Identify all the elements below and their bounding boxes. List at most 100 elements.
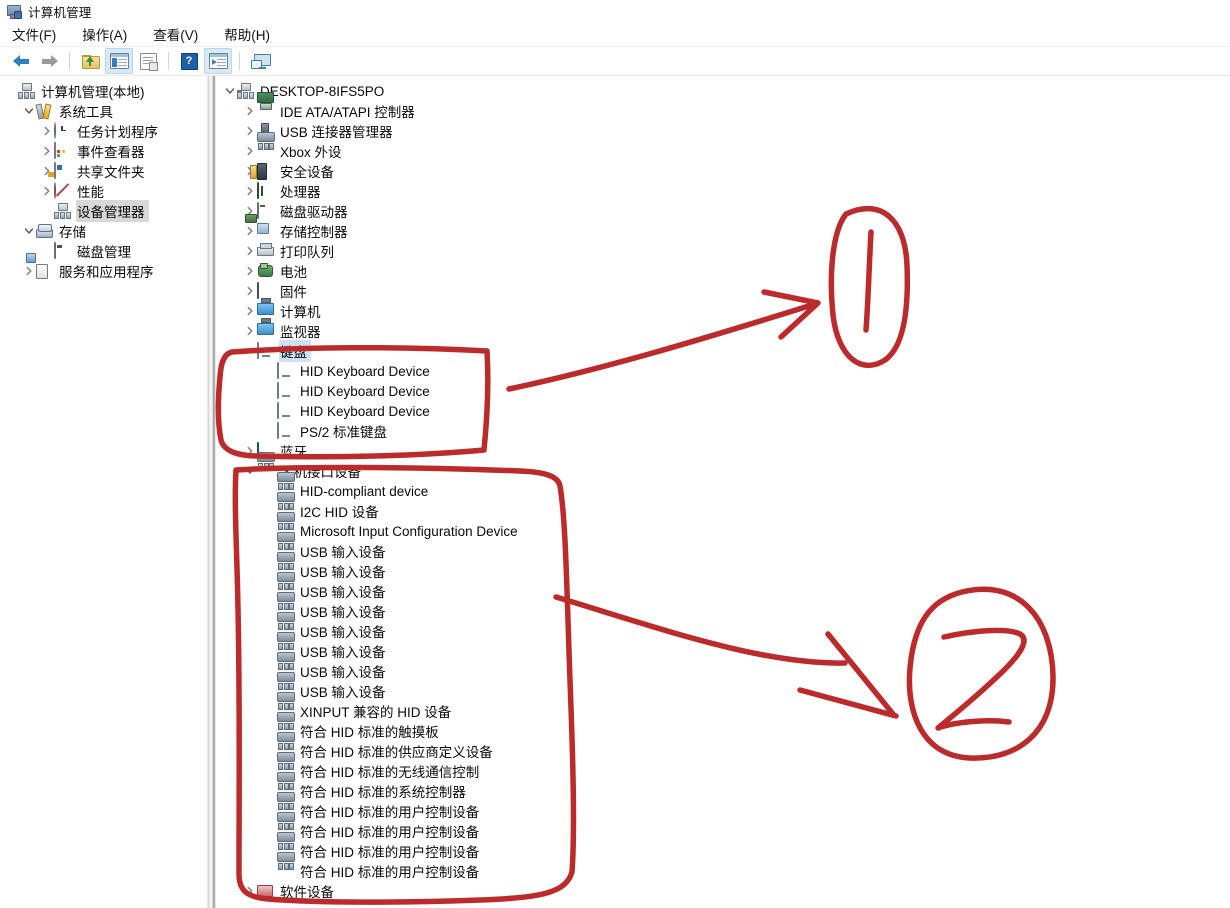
twisty-collapsed-icon[interactable] — [243, 441, 257, 461]
up-one-level-button[interactable] — [77, 49, 103, 73]
node-label: Xbox 外设 — [280, 145, 342, 160]
tree-node-电池[interactable]: 电池 — [217, 261, 1230, 281]
twisty-collapsed-icon[interactable] — [243, 321, 257, 341]
tree-node-设备管理器[interactable]: 设备管理器 — [0, 200, 205, 222]
tree-node-usb-连接器管理器[interactable]: USB 连接器管理器 — [217, 121, 1230, 141]
tree-node-符合-hid-标准的用户控制设备[interactable]: 符合 HID 标准的用户控制设备 — [217, 792, 1230, 821]
twisty-expanded-icon[interactable] — [22, 101, 36, 121]
back-button[interactable] — [8, 49, 34, 73]
forward-button[interactable] — [36, 49, 62, 73]
properties-button[interactable] — [135, 49, 161, 73]
twisty-none-icon — [263, 501, 277, 521]
tree-node-任务计划程序[interactable]: 任务计划程序 — [0, 121, 205, 141]
tree-node-计算机管理-本地-[interactable]: 计算机管理(本地) — [0, 81, 205, 101]
help-button[interactable]: ? — [176, 49, 202, 73]
tree-node-固件[interactable]: 固件 — [217, 281, 1230, 301]
tree-node-服务和应用程序[interactable]: 服务和应用程序 — [0, 261, 205, 281]
twisty-none-icon — [263, 481, 277, 501]
twisty-collapsed-icon[interactable] — [243, 121, 257, 141]
twisty-collapsed-icon[interactable] — [40, 141, 54, 161]
tree-node-事件查看器[interactable]: 事件查看器 — [0, 141, 205, 161]
twisty-collapsed-icon[interactable] — [243, 281, 257, 301]
tree-node-计算机[interactable]: 计算机 — [217, 301, 1230, 321]
tree-node-ps-2-标准键盘[interactable]: PS/2 标准键盘 — [217, 421, 1230, 441]
tree-node-hid-keyboard-device[interactable]: HID Keyboard Device — [217, 401, 1230, 421]
tree-node-软件设备[interactable]: 软件设备 — [217, 881, 1230, 901]
tree-node-microsoft-input-configuration-device[interactable]: Microsoft Input Configuration Device — [217, 512, 1230, 541]
twisty-collapsed-icon[interactable] — [243, 221, 257, 241]
twisty-collapsed-icon[interactable] — [40, 181, 54, 201]
tree-node-usb-输入设备[interactable]: USB 输入设备 — [217, 552, 1230, 581]
twisty-collapsed-icon[interactable] — [243, 181, 257, 201]
tree-node-usb-输入设备[interactable]: USB 输入设备 — [217, 672, 1230, 701]
node-label: 磁盘管理 — [77, 245, 131, 260]
twisty-expanded-icon[interactable] — [22, 221, 36, 241]
tree-node-监视器[interactable]: 监视器 — [217, 321, 1230, 341]
tree-node-处理器[interactable]: 处理器 — [217, 181, 1230, 201]
tree-node-共享文件夹[interactable]: 共享文件夹 — [0, 161, 205, 181]
node-icon — [54, 242, 71, 259]
tree-node-符合-hid-标准的用户控制设备[interactable]: 符合 HID 标准的用户控制设备 — [217, 832, 1230, 861]
tree-node-性能[interactable]: 性能 — [0, 181, 205, 201]
tree-node-i2c-hid-设备[interactable]: I2C HID 设备 — [217, 492, 1230, 521]
tree-node-符合-hid-标准的用户控制设备[interactable]: 符合 HID 标准的用户控制设备 — [217, 852, 1230, 881]
tree-node-打印队列[interactable]: 打印队列 — [217, 241, 1230, 261]
tree-node-hid-keyboard-device[interactable]: HID Keyboard Device — [217, 361, 1230, 381]
tree-node-usb-输入设备[interactable]: USB 输入设备 — [217, 632, 1230, 661]
tree-node-ide-ata-atapi-控制器[interactable]: IDE ATA/ATAPI 控制器 — [217, 101, 1230, 121]
tree-node-符合-hid-标准的系统控制器[interactable]: 符合 HID 标准的系统控制器 — [217, 772, 1230, 801]
twisty-collapsed-icon[interactable] — [243, 881, 257, 901]
node-label: 存储 — [59, 225, 86, 240]
menu-file[interactable]: 文件(F) — [10, 22, 68, 46]
node-icon — [277, 422, 294, 439]
tree-node-符合-hid-标准的供应商定义设备[interactable]: 符合 HID 标准的供应商定义设备 — [217, 732, 1230, 761]
tree-node-xbox-外设[interactable]: Xbox 外设 — [217, 132, 1230, 161]
tree-node-usb-输入设备[interactable]: USB 输入设备 — [217, 592, 1230, 621]
twisty-collapsed-icon[interactable] — [40, 121, 54, 141]
properties-icon — [139, 52, 158, 71]
show-hide-tree-button[interactable] — [105, 48, 133, 74]
twisty-none-icon — [263, 541, 277, 561]
twisty-expanded-icon[interactable] — [223, 81, 237, 101]
tree-node-xinput-兼容的-hid-设备[interactable]: XINPUT 兼容的 HID 设备 — [217, 692, 1230, 721]
remote-connect-button[interactable] — [247, 49, 273, 73]
node-label: 处理器 — [280, 185, 321, 200]
tree-node-蓝牙[interactable]: 蓝牙 — [217, 441, 1230, 461]
menu-action[interactable]: 操作(A) — [80, 22, 139, 46]
menu-view[interactable]: 查看(V) — [151, 22, 210, 46]
tree-node-符合-hid-标准的用户控制设备[interactable]: 符合 HID 标准的用户控制设备 — [217, 812, 1230, 841]
node-icon — [257, 342, 274, 359]
tree-node-desktop-8ifs5po[interactable]: DESKTOP-8IFS5PO — [217, 81, 1230, 101]
console-tree-pane[interactable]: 计算机管理(本地) 系统工具 任务计划程序 事件查看器 共享文件夹 性能 设备管理器存储磁盘… — [0, 76, 205, 908]
twisty-collapsed-icon[interactable] — [243, 101, 257, 121]
tree-node-存储控制器[interactable]: 存储控制器 — [217, 221, 1230, 241]
tree-node-usb-输入设备[interactable]: USB 输入设备 — [217, 572, 1230, 601]
twisty-collapsed-icon[interactable] — [243, 261, 257, 281]
tree-node-磁盘驱动器[interactable]: 磁盘驱动器 — [217, 201, 1230, 221]
twisty-expanded-icon[interactable] — [243, 461, 257, 481]
tree-node-符合-hid-标准的无线通信控制[interactable]: 符合 HID 标准的无线通信控制 — [217, 752, 1230, 781]
tree-node-人机接口设备[interactable]: 人机接口设备 — [217, 452, 1230, 481]
tree-node-安全设备[interactable]: 安全设备 — [217, 161, 1230, 181]
tree-node-usb-输入设备[interactable]: USB 输入设备 — [217, 652, 1230, 681]
tree-node-存储[interactable]: 存储 — [0, 221, 205, 241]
tree-node-usb-输入设备[interactable]: USB 输入设备 — [217, 532, 1230, 561]
pane-splitter[interactable] — [205, 76, 217, 908]
tree-node-hid-keyboard-device[interactable]: HID Keyboard Device — [217, 381, 1230, 401]
twisty-collapsed-icon[interactable] — [22, 261, 36, 281]
node-icon — [257, 223, 274, 239]
tree-node-hid-compliant-device[interactable]: HID-compliant device — [217, 472, 1230, 501]
twisty-none-icon — [263, 721, 277, 741]
tree-node-键盘[interactable]: 键盘 — [217, 340, 1230, 362]
twisty-collapsed-icon[interactable] — [243, 141, 257, 161]
menu-help[interactable]: 帮助(H) — [222, 22, 282, 46]
node-label: 打印队列 — [280, 245, 334, 260]
tree-node-系统工具[interactable]: 系统工具 — [0, 101, 205, 121]
device-manager-pane[interactable]: DESKTOP-8IFS5PO IDE ATA/ATAPI 控制器 USB 连接器管… — [217, 76, 1230, 908]
tree-node-usb-输入设备[interactable]: USB 输入设备 — [217, 612, 1230, 641]
twisty-expanded-icon[interactable] — [243, 341, 257, 361]
action-pane-button[interactable] — [204, 48, 232, 74]
tree-node-符合-hid-标准的触摸板[interactable]: 符合 HID 标准的触摸板 — [217, 712, 1230, 741]
twisty-collapsed-icon[interactable] — [243, 241, 257, 261]
twisty-collapsed-icon[interactable] — [243, 301, 257, 321]
